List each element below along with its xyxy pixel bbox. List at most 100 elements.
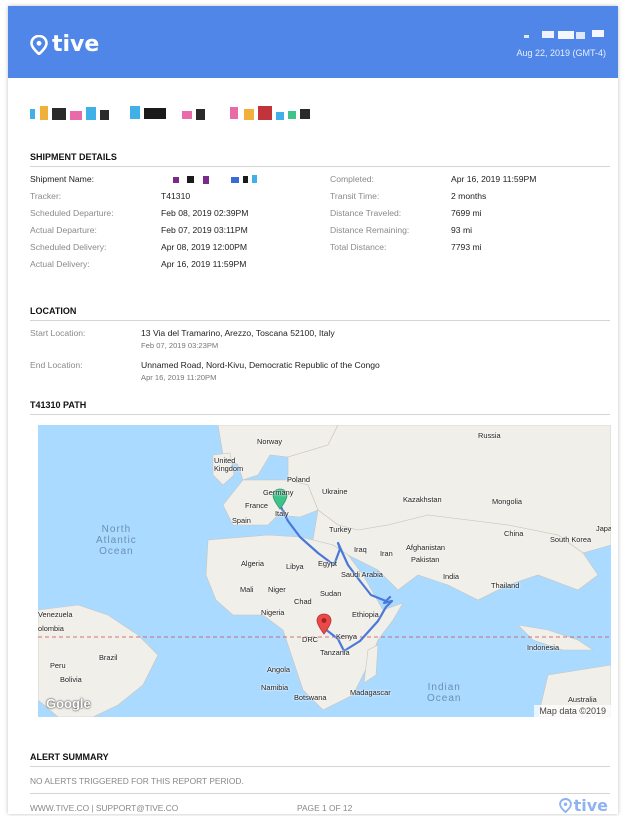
map-land xyxy=(38,425,611,717)
actual-departure: Feb 07, 2019 03:11PM xyxy=(161,225,248,235)
map-label-angola: Angola xyxy=(267,665,291,674)
tive-pin-icon xyxy=(558,798,572,813)
route-map[interactable]: Norway United Kingdom Russia Poland Germ… xyxy=(38,425,611,717)
distance-remaining: 93 mi xyxy=(451,225,473,235)
map-label-ethiopia: Ethiopia xyxy=(352,610,379,619)
map-label-tanzania: Tanzania xyxy=(320,648,350,657)
map-label-iran: Iran xyxy=(380,549,393,558)
detail-label: Actual Delivery: xyxy=(30,259,90,269)
map-label-iraq: Iraq xyxy=(354,545,367,554)
detail-label: Shipment Name: xyxy=(30,174,95,184)
map-label-thailand: Thailand xyxy=(491,581,520,590)
start-location-value: 13 Via del Tramarino, Arezzo, Toscana 52… xyxy=(141,328,335,338)
divider xyxy=(30,320,610,321)
redacted-header-text xyxy=(524,30,604,39)
tracker-id: T41310 xyxy=(161,191,191,201)
map-label-mongolia: Mongolia xyxy=(492,497,522,506)
map-label-libya: Libya xyxy=(286,562,304,571)
map-label-ukraine: Ukraine xyxy=(322,487,348,496)
map-label-spain: Spain xyxy=(232,516,251,525)
report-page: tive Aug 22, 2019 (GMT-4) SHIPMENT DETAI… xyxy=(8,6,618,815)
divider xyxy=(30,766,610,767)
detail-label: Transit Time: xyxy=(330,191,380,201)
actual-delivery: Apr 16, 2019 11:59PM xyxy=(161,259,247,269)
completed-date: Apr 16, 2019 11:59PM xyxy=(451,174,537,184)
divider xyxy=(30,793,610,794)
redacted-shipment-name xyxy=(173,175,257,184)
map-label-peru: Peru xyxy=(50,661,66,670)
map-label-madagascar: Madagascar xyxy=(350,688,391,697)
report-date: Aug 22, 2019 (GMT-4) xyxy=(516,48,606,58)
map-label-turkey: Turkey xyxy=(329,525,352,534)
map-label-france: France xyxy=(245,501,269,510)
footer-brand-name: tive xyxy=(573,796,608,815)
map-label-botswana: Botswana xyxy=(294,693,327,702)
map-label-mali: Mali xyxy=(240,585,254,594)
map-label-china: China xyxy=(504,529,524,538)
detail-label: Scheduled Delivery: xyxy=(30,242,107,252)
map-label-pakistan: Pakistan xyxy=(411,555,440,564)
footer-links[interactable]: WWW.TIVE.CO | SUPPORT@TIVE.CO xyxy=(30,803,178,813)
map-label-indonesia: Indonesia xyxy=(527,643,560,652)
transit-time: 2 months xyxy=(451,191,487,201)
google-logo[interactable]: Google xyxy=(46,696,91,711)
end-location-value: Unnamed Road, Nord-Kivu, Democratic Repu… xyxy=(141,360,380,370)
footer-tive-logo: tive xyxy=(558,796,608,815)
map-label-nigeria: Nigeria xyxy=(261,608,285,617)
map-label-venezuela: Venezuela xyxy=(38,610,73,619)
alert-summary-text: NO ALERTS TRIGGERED FOR THIS REPORT PERI… xyxy=(30,776,244,786)
scheduled-delivery: Apr 08, 2019 12:00PM xyxy=(161,242,247,252)
path-title: T41310 PATH xyxy=(30,400,87,410)
map-label-north-atlantic: North Atlantic Ocean xyxy=(96,524,137,557)
report-header: tive Aug 22, 2019 (GMT-4) xyxy=(8,6,618,78)
detail-label: Total Distance: xyxy=(330,242,387,252)
map-label-sudan: Sudan xyxy=(320,589,342,598)
map-label-bolivia: Bolivia xyxy=(60,675,82,684)
map-label-drc: DRC xyxy=(302,635,319,644)
map-label-kenya: Kenya xyxy=(336,632,357,641)
shipment-details-title: SHIPMENT DETAILS xyxy=(30,152,117,162)
detail-label: Completed: xyxy=(330,174,374,184)
map-label-italy: Italy xyxy=(275,509,289,518)
map-label-poland: Poland xyxy=(287,475,311,484)
scheduled-departure: Feb 08, 2019 02:39PM xyxy=(161,208,249,218)
map-attribution[interactable]: Map data ©2019 xyxy=(534,705,611,717)
alert-summary-title: ALERT SUMMARY xyxy=(30,752,109,762)
distance-traveled: 7699 mi xyxy=(451,208,482,218)
map-label-colombia: olombia xyxy=(38,624,64,633)
redacted-report-title xyxy=(30,106,310,120)
map-label-south-korea: South Korea xyxy=(550,535,592,544)
start-location-label: Start Location: xyxy=(30,328,86,338)
detail-label: Distance Remaining: xyxy=(330,225,410,235)
detail-label: Scheduled Departure: xyxy=(30,208,114,218)
map-label-brazil: Brazil xyxy=(99,653,118,662)
map-label-saudi-arabia: Saudi Arabia xyxy=(341,570,383,579)
map-label-namibia: Namibia xyxy=(261,683,289,692)
total-distance: 7793 mi xyxy=(451,242,482,252)
detail-label: Tracker: xyxy=(30,191,62,201)
divider xyxy=(30,166,610,167)
map-label-australia: Australia xyxy=(568,695,597,704)
map-label-norway: Norway xyxy=(257,437,283,446)
end-marker-icon[interactable] xyxy=(316,613,332,635)
map-label-japan: Japan xyxy=(596,524,611,533)
map-label-uk: United Kingdom xyxy=(214,456,244,473)
map-label-chad: Chad xyxy=(294,597,312,606)
map-label-niger: Niger xyxy=(268,585,286,594)
map-label-russia: Russia xyxy=(478,431,501,440)
page-number: PAGE 1 OF 12 xyxy=(297,803,353,813)
brand-name: tive xyxy=(52,32,100,57)
map-label-algeria: Algeria xyxy=(241,559,265,568)
map-label-germany: Germany xyxy=(263,488,294,497)
start-location-time: Feb 07, 2019 03:23PM xyxy=(141,341,219,350)
map-label-kazakhstan: Kazakhstan xyxy=(403,495,442,504)
map-label-india: India xyxy=(443,572,460,581)
tive-logo: tive xyxy=(30,32,99,57)
location-title: LOCATION xyxy=(30,306,77,316)
map-label-indian-ocean: Indian Ocean xyxy=(427,682,462,704)
map-label-egypt: Egypt xyxy=(318,559,337,568)
tive-pin-icon xyxy=(30,34,48,55)
detail-label: Actual Departure: xyxy=(30,225,97,235)
end-location-label: End Location: xyxy=(30,360,83,370)
end-location-time: Apr 16, 2019 11:20PM xyxy=(141,373,217,382)
